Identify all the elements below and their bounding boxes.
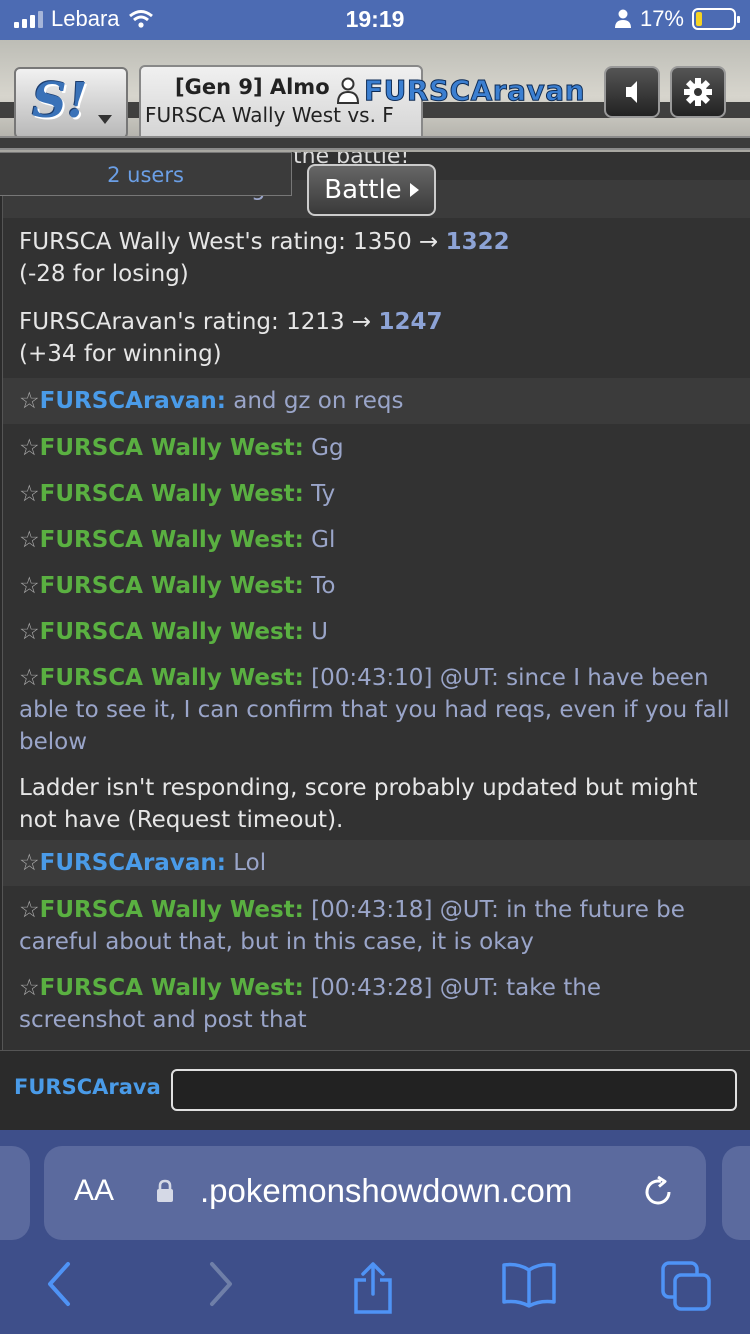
chat-text: Lol bbox=[233, 850, 267, 876]
forward-icon[interactable] bbox=[206, 1260, 236, 1308]
gear-icon bbox=[684, 78, 712, 106]
chat-message: ☆FURSCA Wally West: Gg bbox=[3, 432, 750, 464]
chat-username[interactable]: FURSCA Wally West: bbox=[40, 975, 304, 1001]
address-bar[interactable]: AA .pokemonshowdown.com bbox=[44, 1146, 706, 1240]
battle-button-label: Battle bbox=[324, 175, 402, 205]
star-icon: ☆ bbox=[19, 975, 40, 1001]
star-icon: ☆ bbox=[19, 897, 40, 923]
status-right: 17% bbox=[614, 6, 740, 32]
star-icon: ☆ bbox=[19, 665, 40, 691]
chat-message: ☆FURSCAravan: and gz on reqs bbox=[3, 378, 750, 424]
users-list-toggle[interactable]: 2 users bbox=[0, 152, 292, 196]
chat-text: Gg bbox=[311, 435, 344, 461]
chat-username[interactable]: FURSCA Wally West: bbox=[40, 897, 304, 923]
back-icon[interactable] bbox=[44, 1260, 74, 1308]
settings-button[interactable] bbox=[670, 66, 726, 118]
user-icon bbox=[336, 77, 360, 104]
chat-composer: FURSCAravan bbox=[0, 1050, 750, 1130]
chat-message: ☆FURSCA Wally West: Ty bbox=[3, 478, 750, 510]
chat-username[interactable]: FURSCA Wally West: bbox=[40, 619, 304, 645]
chat-username[interactable]: FURSCAravan: bbox=[40, 850, 226, 876]
chat-message: ☆FURSCA Wally West: [00:43:18] @UT: in t… bbox=[3, 894, 750, 958]
volume-icon bbox=[626, 81, 637, 103]
tabs-icon[interactable] bbox=[660, 1260, 714, 1314]
next-tab-peek[interactable] bbox=[722, 1146, 750, 1240]
chat-message: ☆FURSCA Wally West: [00:43:28] @UT: take… bbox=[3, 972, 750, 1036]
chat-username[interactable]: FURSCA Wally West: bbox=[40, 435, 304, 461]
status-bar: Lebara 19:19 17% bbox=[0, 0, 750, 40]
battle-button[interactable]: Battle bbox=[307, 164, 436, 216]
app-header: S! [Gen 9] Almo FURSCA Wally West vs. F … bbox=[0, 40, 750, 152]
star-icon: ☆ bbox=[19, 435, 40, 461]
rating-change: FURSCA Wally West's rating: 1350 → 1322 … bbox=[3, 226, 750, 290]
chat-text: U bbox=[311, 619, 329, 645]
star-icon: ☆ bbox=[19, 388, 40, 414]
rating-change: FURSCAravan's rating: 1213 → 1247 (+34 f… bbox=[3, 306, 750, 370]
battery-fill bbox=[696, 12, 702, 26]
star-icon: ☆ bbox=[19, 527, 40, 553]
rating-note: (+34 for winning) bbox=[19, 341, 222, 367]
lock-icon bbox=[157, 1179, 173, 1202]
chat-text: To bbox=[311, 573, 336, 599]
reader-settings-label: AA bbox=[74, 1174, 115, 1207]
chevron-down-icon bbox=[98, 115, 112, 124]
chat-text: Ty bbox=[311, 481, 336, 507]
rating-value: 1247 bbox=[378, 309, 443, 335]
user-menu[interactable]: FURSCAravan bbox=[336, 74, 586, 108]
chat-text: and gz on reqs bbox=[233, 388, 404, 414]
composer-username: FURSCAravan bbox=[14, 1075, 160, 1099]
chat-username[interactable]: FURSCA Wally West: bbox=[40, 527, 304, 553]
url-text: .pokemonshowdown.com bbox=[200, 1172, 573, 1209]
star-icon: ☆ bbox=[19, 850, 40, 876]
chat-message: ☆FURSCA Wally West: U bbox=[3, 616, 750, 648]
reload-icon[interactable] bbox=[640, 1174, 676, 1210]
rating-note: (-28 for losing) bbox=[19, 261, 189, 287]
battery-percent: 17% bbox=[639, 6, 684, 31]
rating-text: FURSCAravan's rating: 1213 → bbox=[19, 309, 379, 335]
battery-icon bbox=[692, 8, 740, 30]
ladder-notice: Ladder isn't responding, score probably … bbox=[19, 775, 698, 833]
username: FURSCAravan bbox=[363, 74, 586, 108]
star-icon: ☆ bbox=[19, 573, 40, 599]
play-triangle-icon bbox=[409, 183, 419, 197]
showdown-logo: S! bbox=[32, 73, 88, 129]
browser-bottom-bar: AA .pokemonshowdown.com bbox=[0, 1130, 750, 1334]
chat-text: Gl bbox=[311, 527, 336, 553]
volume-button[interactable] bbox=[604, 66, 660, 118]
chat-message: ☆FURSCA Wally West: Gl bbox=[3, 524, 750, 556]
chat-input[interactable] bbox=[171, 1069, 737, 1111]
chat-message: ☆FURSCA Wally West: To bbox=[3, 570, 750, 602]
star-icon: ☆ bbox=[19, 481, 40, 507]
header-divider bbox=[0, 136, 750, 150]
rating-text: FURSCA Wally West's rating: 1350 → bbox=[19, 229, 446, 255]
chat-username[interactable]: FURSCA Wally West: bbox=[40, 573, 304, 599]
chat-username[interactable]: FURSCA Wally West: bbox=[40, 481, 304, 507]
chat-username[interactable]: FURSCAravan: bbox=[40, 388, 226, 414]
rating-value: 1322 bbox=[445, 229, 510, 255]
chat-message: ☆FURSCAravan: Lol bbox=[3, 840, 750, 886]
star-icon: ☆ bbox=[19, 619, 40, 645]
chat-username[interactable]: FURSCA Wally West: bbox=[40, 665, 304, 691]
previous-tab-peek[interactable] bbox=[0, 1146, 30, 1240]
chat-log[interactable]: the battle! ☆FURSCAravan: Gg FURSCA Wall… bbox=[2, 152, 750, 1050]
reader-settings-button[interactable]: AA bbox=[74, 1174, 114, 1208]
showdown-logo-button[interactable]: S! bbox=[14, 67, 128, 139]
browser-toolbar bbox=[0, 1260, 750, 1320]
bookmarks-icon[interactable] bbox=[500, 1260, 558, 1308]
chat-message: ☆FURSCA Wally West: [00:43:10] @UT: sinc… bbox=[3, 662, 750, 758]
person-icon bbox=[614, 9, 631, 28]
share-icon[interactable] bbox=[350, 1260, 396, 1316]
